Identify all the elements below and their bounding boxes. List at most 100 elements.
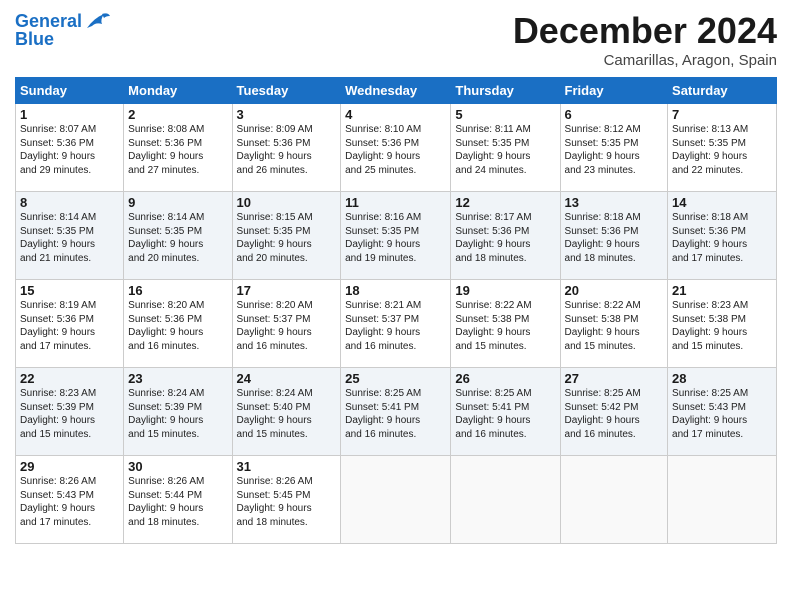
col-saturday: Saturday [668,78,777,104]
calendar-day-cell: 24Sunrise: 8:24 AM Sunset: 5:40 PM Dayli… [232,368,341,456]
calendar-day-cell: 19Sunrise: 8:22 AM Sunset: 5:38 PM Dayli… [451,280,560,368]
day-info: Sunrise: 8:17 AM Sunset: 5:36 PM Dayligh… [455,211,555,265]
title-block: December 2024 Camarillas, Aragon, Spain [513,10,777,69]
day-info: Sunrise: 8:09 AM Sunset: 5:36 PM Dayligh… [237,123,337,177]
day-info: Sunrise: 8:20 AM Sunset: 5:36 PM Dayligh… [128,299,227,353]
calendar-day-cell: 31Sunrise: 8:26 AM Sunset: 5:45 PM Dayli… [232,456,341,544]
day-number: 12 [455,195,555,210]
day-info: Sunrise: 8:20 AM Sunset: 5:37 PM Dayligh… [237,299,337,353]
col-monday: Monday [124,78,232,104]
col-thursday: Thursday [451,78,560,104]
day-number: 14 [672,195,772,210]
day-number: 17 [237,283,337,298]
calendar-day-cell: 2Sunrise: 8:08 AM Sunset: 5:36 PM Daylig… [124,104,232,192]
day-number: 10 [237,195,337,210]
day-info: Sunrise: 8:25 AM Sunset: 5:43 PM Dayligh… [672,387,772,441]
calendar-day-cell: 28Sunrise: 8:25 AM Sunset: 5:43 PM Dayli… [668,368,777,456]
header: General Blue December 2024 Camarillas, A… [15,10,777,69]
day-number: 20 [565,283,664,298]
day-info: Sunrise: 8:26 AM Sunset: 5:45 PM Dayligh… [237,475,337,529]
day-info: Sunrise: 8:22 AM Sunset: 5:38 PM Dayligh… [455,299,555,353]
calendar-header-row: Sunday Monday Tuesday Wednesday Thursday… [16,78,777,104]
calendar-day-cell [451,456,560,544]
day-info: Sunrise: 8:07 AM Sunset: 5:36 PM Dayligh… [20,123,119,177]
day-info: Sunrise: 8:08 AM Sunset: 5:36 PM Dayligh… [128,123,227,177]
day-info: Sunrise: 8:25 AM Sunset: 5:41 PM Dayligh… [455,387,555,441]
day-info: Sunrise: 8:14 AM Sunset: 5:35 PM Dayligh… [128,211,227,265]
calendar-day-cell: 13Sunrise: 8:18 AM Sunset: 5:36 PM Dayli… [560,192,668,280]
day-info: Sunrise: 8:13 AM Sunset: 5:35 PM Dayligh… [672,123,772,177]
day-number: 9 [128,195,227,210]
logo-bird-icon [82,10,112,34]
day-number: 15 [20,283,119,298]
day-info: Sunrise: 8:24 AM Sunset: 5:39 PM Dayligh… [128,387,227,441]
calendar-day-cell: 7Sunrise: 8:13 AM Sunset: 5:35 PM Daylig… [668,104,777,192]
calendar-day-cell: 17Sunrise: 8:20 AM Sunset: 5:37 PM Dayli… [232,280,341,368]
calendar-day-cell [560,456,668,544]
calendar-day-cell: 6Sunrise: 8:12 AM Sunset: 5:35 PM Daylig… [560,104,668,192]
day-number: 18 [345,283,446,298]
calendar-week-row: 29Sunrise: 8:26 AM Sunset: 5:43 PM Dayli… [16,456,777,544]
col-tuesday: Tuesday [232,78,341,104]
day-number: 8 [20,195,119,210]
day-number: 2 [128,107,227,122]
calendar-day-cell: 8Sunrise: 8:14 AM Sunset: 5:35 PM Daylig… [16,192,124,280]
day-info: Sunrise: 8:18 AM Sunset: 5:36 PM Dayligh… [565,211,664,265]
day-number: 21 [672,283,772,298]
calendar-day-cell: 18Sunrise: 8:21 AM Sunset: 5:37 PM Dayli… [341,280,451,368]
day-info: Sunrise: 8:23 AM Sunset: 5:38 PM Dayligh… [672,299,772,353]
month-title: December 2024 [513,10,777,52]
day-info: Sunrise: 8:26 AM Sunset: 5:43 PM Dayligh… [20,475,119,529]
day-number: 1 [20,107,119,122]
calendar-day-cell: 4Sunrise: 8:10 AM Sunset: 5:36 PM Daylig… [341,104,451,192]
day-info: Sunrise: 8:12 AM Sunset: 5:35 PM Dayligh… [565,123,664,177]
day-number: 6 [565,107,664,122]
calendar-day-cell: 11Sunrise: 8:16 AM Sunset: 5:35 PM Dayli… [341,192,451,280]
calendar-day-cell: 30Sunrise: 8:26 AM Sunset: 5:44 PM Dayli… [124,456,232,544]
calendar-day-cell [341,456,451,544]
calendar-day-cell: 23Sunrise: 8:24 AM Sunset: 5:39 PM Dayli… [124,368,232,456]
day-info: Sunrise: 8:22 AM Sunset: 5:38 PM Dayligh… [565,299,664,353]
calendar-day-cell: 14Sunrise: 8:18 AM Sunset: 5:36 PM Dayli… [668,192,777,280]
calendar-day-cell: 1Sunrise: 8:07 AM Sunset: 5:36 PM Daylig… [16,104,124,192]
calendar-day-cell: 29Sunrise: 8:26 AM Sunset: 5:43 PM Dayli… [16,456,124,544]
calendar-day-cell: 15Sunrise: 8:19 AM Sunset: 5:36 PM Dayli… [16,280,124,368]
day-info: Sunrise: 8:18 AM Sunset: 5:36 PM Dayligh… [672,211,772,265]
day-number: 25 [345,371,446,386]
calendar-day-cell: 20Sunrise: 8:22 AM Sunset: 5:38 PM Dayli… [560,280,668,368]
day-number: 5 [455,107,555,122]
calendar-week-row: 22Sunrise: 8:23 AM Sunset: 5:39 PM Dayli… [16,368,777,456]
logo-text-blue: Blue [15,30,54,50]
day-number: 23 [128,371,227,386]
calendar-day-cell: 5Sunrise: 8:11 AM Sunset: 5:35 PM Daylig… [451,104,560,192]
calendar-day-cell: 9Sunrise: 8:14 AM Sunset: 5:35 PM Daylig… [124,192,232,280]
calendar-day-cell: 12Sunrise: 8:17 AM Sunset: 5:36 PM Dayli… [451,192,560,280]
col-sunday: Sunday [16,78,124,104]
page-container: General Blue December 2024 Camarillas, A… [0,0,792,554]
calendar-day-cell: 3Sunrise: 8:09 AM Sunset: 5:36 PM Daylig… [232,104,341,192]
day-info: Sunrise: 8:25 AM Sunset: 5:42 PM Dayligh… [565,387,664,441]
day-number: 27 [565,371,664,386]
day-number: 29 [20,459,119,474]
day-number: 26 [455,371,555,386]
day-number: 28 [672,371,772,386]
col-wednesday: Wednesday [341,78,451,104]
logo: General Blue [15,10,112,50]
day-info: Sunrise: 8:24 AM Sunset: 5:40 PM Dayligh… [237,387,337,441]
day-info: Sunrise: 8:26 AM Sunset: 5:44 PM Dayligh… [128,475,227,529]
day-info: Sunrise: 8:16 AM Sunset: 5:35 PM Dayligh… [345,211,446,265]
calendar-day-cell: 26Sunrise: 8:25 AM Sunset: 5:41 PM Dayli… [451,368,560,456]
calendar-day-cell: 10Sunrise: 8:15 AM Sunset: 5:35 PM Dayli… [232,192,341,280]
day-number: 19 [455,283,555,298]
day-number: 3 [237,107,337,122]
day-number: 11 [345,195,446,210]
day-info: Sunrise: 8:21 AM Sunset: 5:37 PM Dayligh… [345,299,446,353]
col-friday: Friday [560,78,668,104]
day-info: Sunrise: 8:19 AM Sunset: 5:36 PM Dayligh… [20,299,119,353]
calendar-table: Sunday Monday Tuesday Wednesday Thursday… [15,77,777,544]
calendar-body: 1Sunrise: 8:07 AM Sunset: 5:36 PM Daylig… [16,104,777,544]
day-number: 22 [20,371,119,386]
day-info: Sunrise: 8:10 AM Sunset: 5:36 PM Dayligh… [345,123,446,177]
calendar-day-cell: 22Sunrise: 8:23 AM Sunset: 5:39 PM Dayli… [16,368,124,456]
calendar-day-cell: 21Sunrise: 8:23 AM Sunset: 5:38 PM Dayli… [668,280,777,368]
